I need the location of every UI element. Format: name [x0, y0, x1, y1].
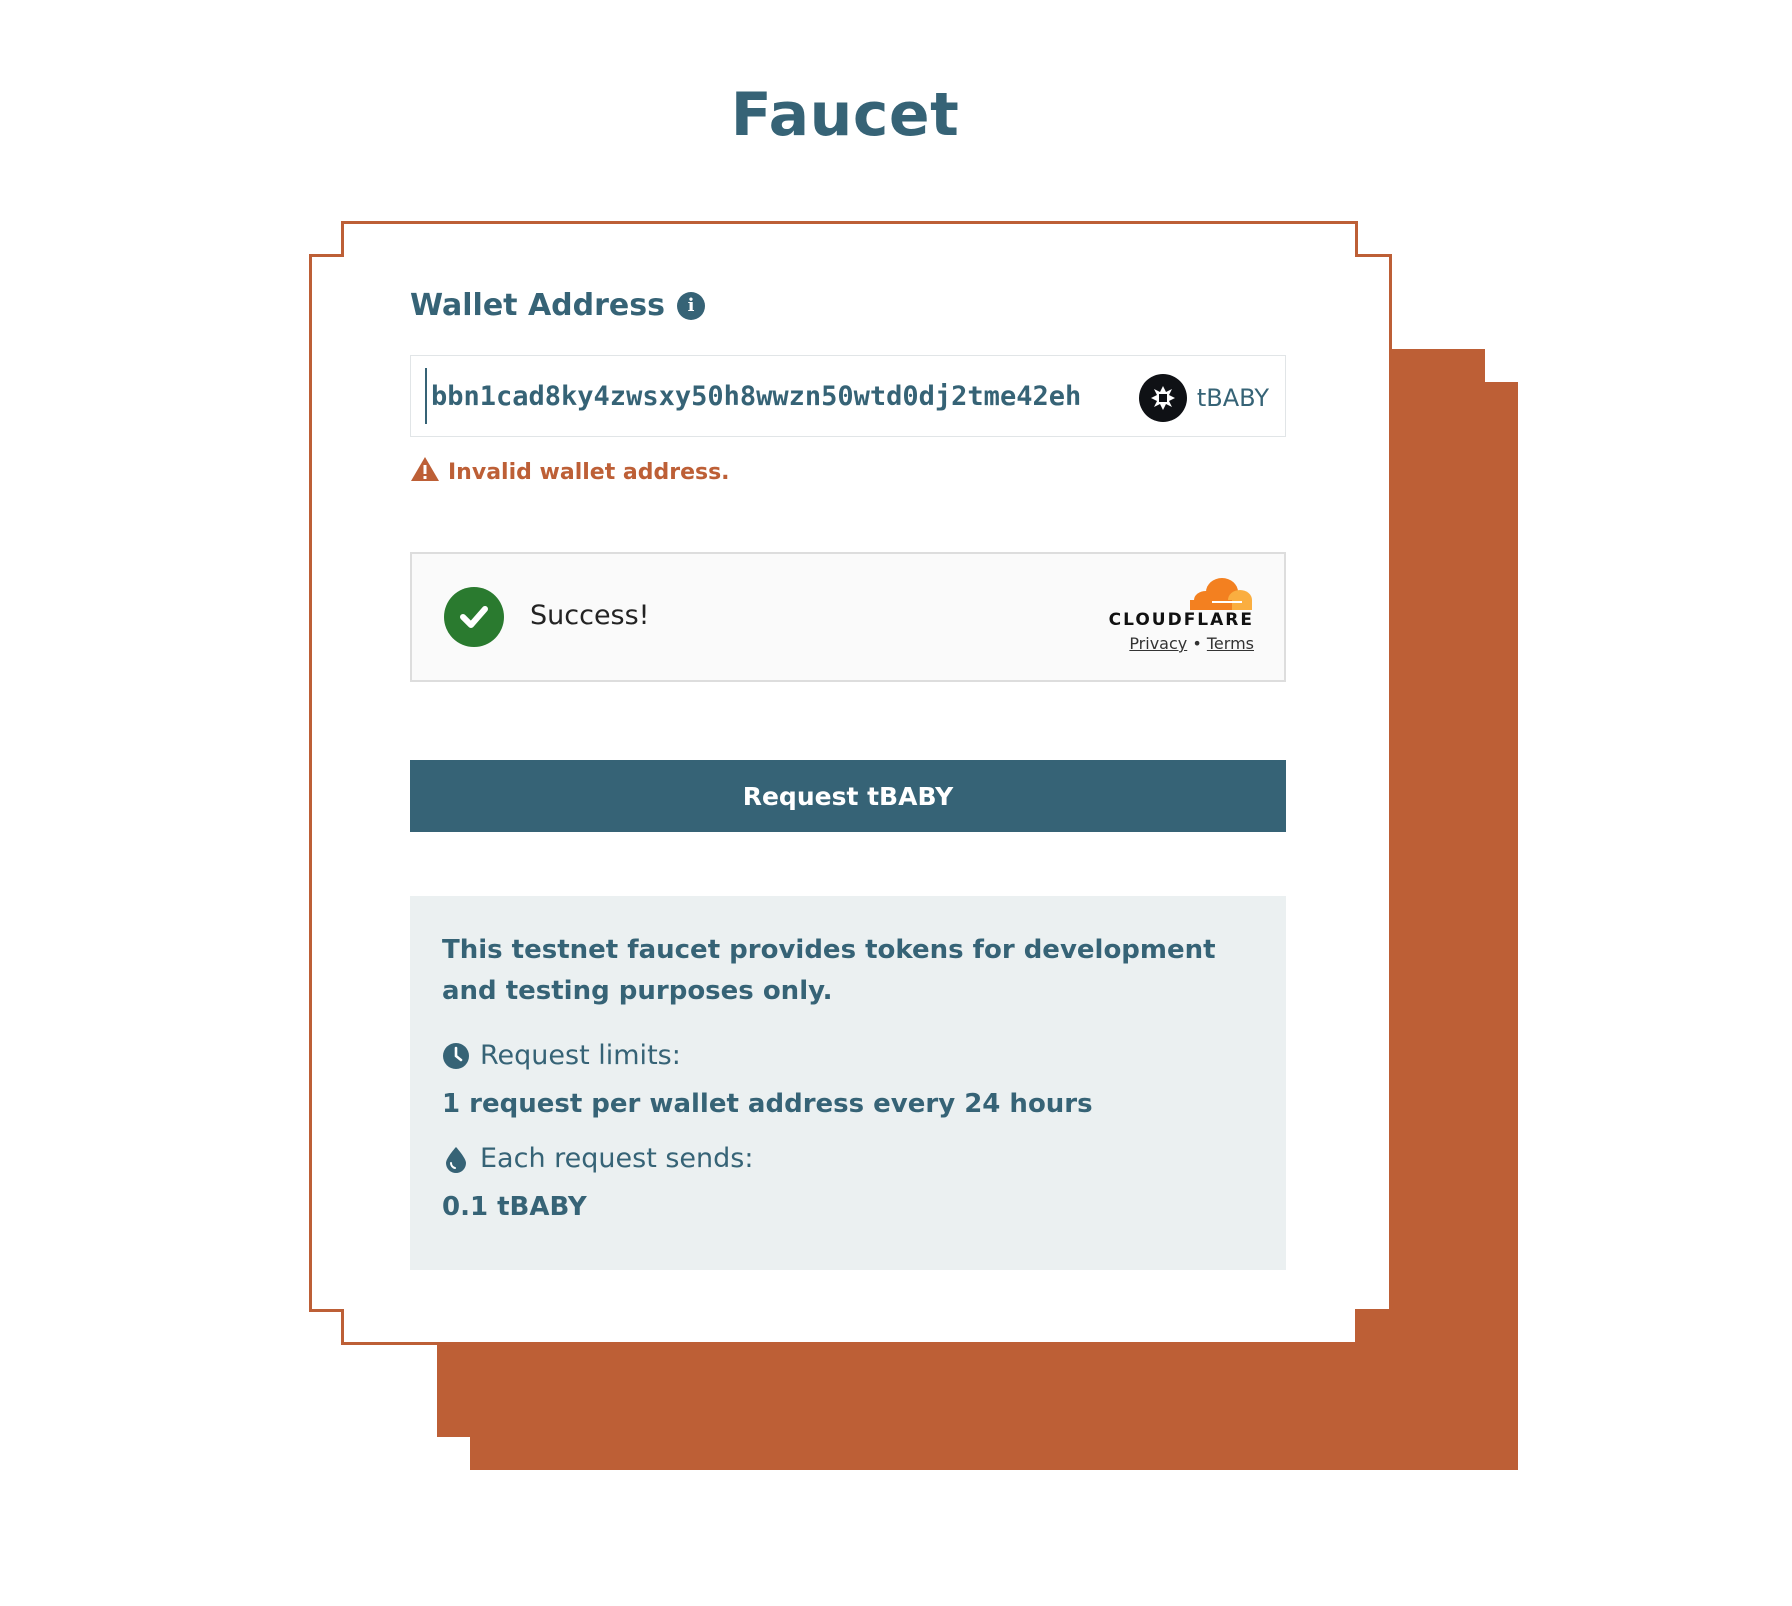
check-circle-icon: [444, 587, 504, 647]
request-limits-label: Request limits:: [480, 1040, 681, 1071]
request-limits-row: Request limits:: [442, 1040, 1254, 1071]
address-error-text: Invalid wallet address.: [448, 459, 730, 485]
cloudflare-wordmark: CLOUDFLARE: [1108, 610, 1254, 630]
warning-icon: [410, 456, 440, 488]
token-chip: tBABY: [1138, 374, 1269, 422]
cloudflare-cloud-icon: [1094, 576, 1254, 610]
info-icon[interactable]: i: [677, 291, 705, 320]
request-limits-value: 1 request per wallet address every 24 ho…: [442, 1089, 1093, 1119]
address-error: Invalid wallet address.: [410, 456, 730, 488]
terms-link[interactable]: Terms: [1207, 634, 1254, 653]
faucet-info-panel: This testnet faucet provides tokens for …: [410, 896, 1286, 1270]
request-sends-value: 0.1 tBABY: [442, 1192, 587, 1222]
wallet-address-input[interactable]: [425, 368, 1125, 424]
wallet-address-label: Wallet Address i: [410, 288, 705, 323]
cloudflare-captcha[interactable]: Success! CLOUDFLARE Privacy • Terms: [410, 552, 1286, 682]
cloudflare-links: Privacy • Terms: [1094, 634, 1254, 653]
captcha-status: Success!: [530, 600, 650, 631]
request-tbaby-button[interactable]: Request tBABY: [410, 760, 1286, 832]
faucet-description: This testnet faucet provides tokens for …: [442, 935, 1216, 1006]
faucet-card: Wallet Address i tBABY Invalid wallet ad…: [311, 224, 1378, 1334]
wallet-address-label-text: Wallet Address: [410, 288, 665, 323]
clock-icon: [442, 1042, 470, 1070]
droplet-icon: [442, 1145, 470, 1173]
cloudflare-brand: CLOUDFLARE Privacy • Terms: [1094, 576, 1254, 653]
token-name: tBABY: [1196, 384, 1269, 412]
request-sends-row: Each request sends:: [442, 1143, 1254, 1174]
privacy-link[interactable]: Privacy: [1129, 634, 1187, 653]
baby-token-logo-icon: [1138, 374, 1187, 422]
request-sends-label: Each request sends:: [480, 1143, 754, 1174]
link-separator: •: [1192, 634, 1202, 653]
page-title: Faucet: [730, 80, 960, 150]
wallet-address-field[interactable]: tBABY: [410, 355, 1286, 437]
